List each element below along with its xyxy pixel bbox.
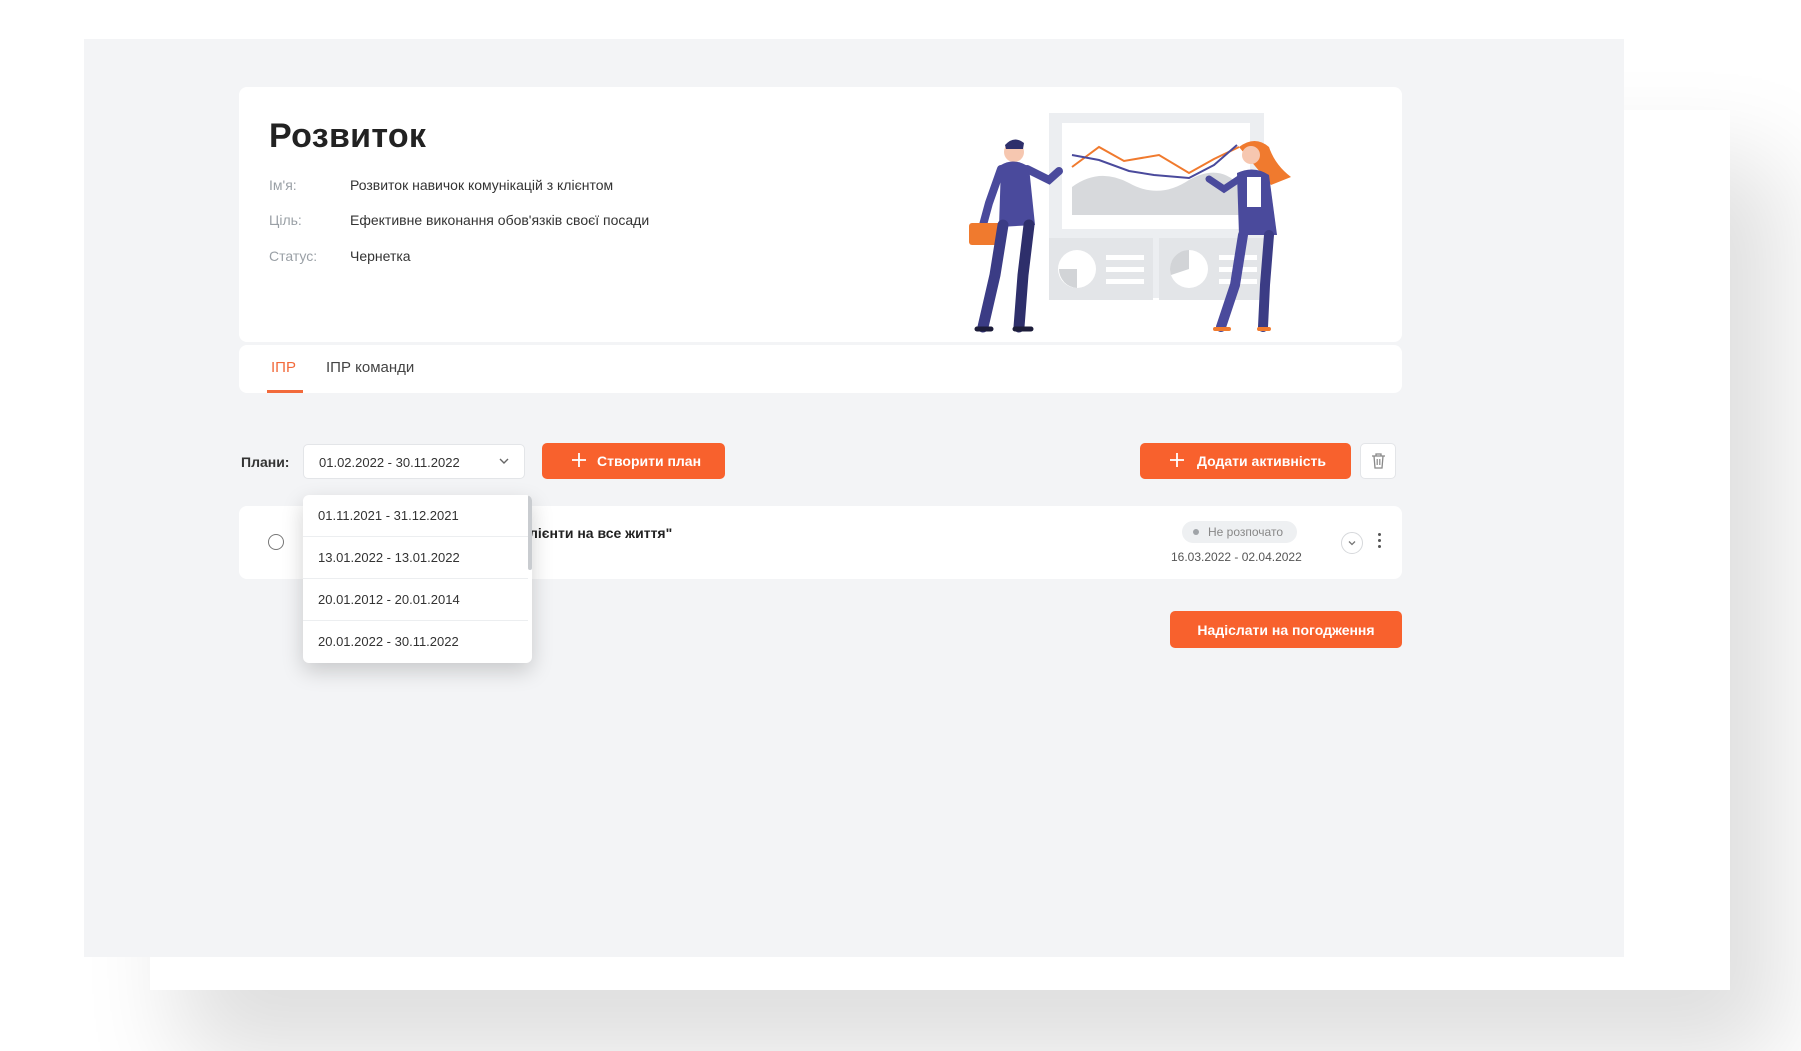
- tab-ipr[interactable]: ІПР: [271, 359, 296, 376]
- activity-radio[interactable]: [268, 534, 284, 550]
- plan-option[interactable]: 01.11.2021 - 31.12.2021: [303, 495, 528, 537]
- plan-select[interactable]: 01.02.2022 - 30.11.2022: [303, 444, 525, 479]
- send-for-approval-label: Надіслати на погодження: [1197, 622, 1375, 638]
- plan-option-label: 13.01.2022 - 13.01.2022: [318, 550, 460, 565]
- plan-option[interactable]: 20.01.2012 - 20.01.2014: [303, 579, 528, 621]
- app-frame: Розвиток Ім'я: Розвиток навичок комуніка…: [84, 39, 1624, 957]
- trash-icon: [1372, 453, 1385, 469]
- more-options-button[interactable]: [1374, 530, 1384, 554]
- send-for-approval-button[interactable]: Надіслати на погодження: [1170, 611, 1402, 648]
- info-label: Ціль:: [269, 212, 302, 228]
- status-badge: Не розпочато: [1182, 521, 1297, 543]
- plan-select-value: 01.02.2022 - 30.11.2022: [319, 455, 460, 470]
- delete-plan-button[interactable]: [1360, 443, 1396, 479]
- info-value: Чернетка: [350, 248, 411, 264]
- info-value: Ефективне виконання обов'язків своєї пос…: [350, 212, 650, 228]
- status-dot: [1193, 529, 1199, 535]
- plan-option-label: 01.11.2021 - 31.12.2021: [318, 508, 459, 523]
- info-label: Ім'я:: [269, 177, 297, 193]
- info-label: Статус:: [269, 248, 318, 264]
- dot: [1377, 545, 1381, 548]
- chevron-down-icon: [1348, 541, 1356, 546]
- create-plan-label: Створити план: [597, 453, 702, 469]
- plan-option-label: 20.01.2012 - 20.01.2014: [318, 592, 460, 607]
- dot: [1377, 539, 1381, 542]
- tab-active-indicator: [267, 390, 303, 393]
- dropdown-scrollbar[interactable]: [528, 495, 532, 570]
- expand-button[interactable]: [1341, 532, 1363, 554]
- create-plan-button[interactable]: Створити план: [542, 443, 725, 479]
- add-activity-label: Додати активність: [1197, 453, 1326, 469]
- activity-title[interactable]: лієнти на все життя": [529, 525, 672, 541]
- add-activity-button[interactable]: Додати активність: [1140, 443, 1351, 479]
- activity-date-range: 16.03.2022 - 02.04.2022: [1171, 550, 1302, 564]
- plan-option-label: 20.01.2022 - 30.11.2022: [318, 634, 459, 649]
- plan-option[interactable]: 20.01.2022 - 30.11.2022: [303, 621, 528, 663]
- plus-icon: [1170, 453, 1184, 467]
- plus-icon: [572, 453, 586, 467]
- tab-ipr-team[interactable]: ІПР команди: [326, 359, 414, 376]
- chevron-down-icon: [499, 458, 509, 464]
- plans-label: Плани:: [241, 454, 290, 470]
- plan-option[interactable]: 13.01.2022 - 13.01.2022: [303, 537, 528, 579]
- page-title: Розвиток: [269, 117, 427, 155]
- status-text: Не розпочато: [1208, 525, 1283, 539]
- dot: [1377, 533, 1381, 536]
- header-card: Розвиток Ім'я: Розвиток навичок комуніка…: [239, 87, 1402, 342]
- presentation-illustration: [969, 113, 1291, 333]
- plan-dropdown-menu: 01.11.2021 - 31.12.2021 13.01.2022 - 13.…: [303, 495, 532, 663]
- tabs-bar: ІПР ІПР команди: [239, 345, 1402, 393]
- info-value: Розвиток навичок комунікацій з клієнтом: [350, 177, 614, 193]
